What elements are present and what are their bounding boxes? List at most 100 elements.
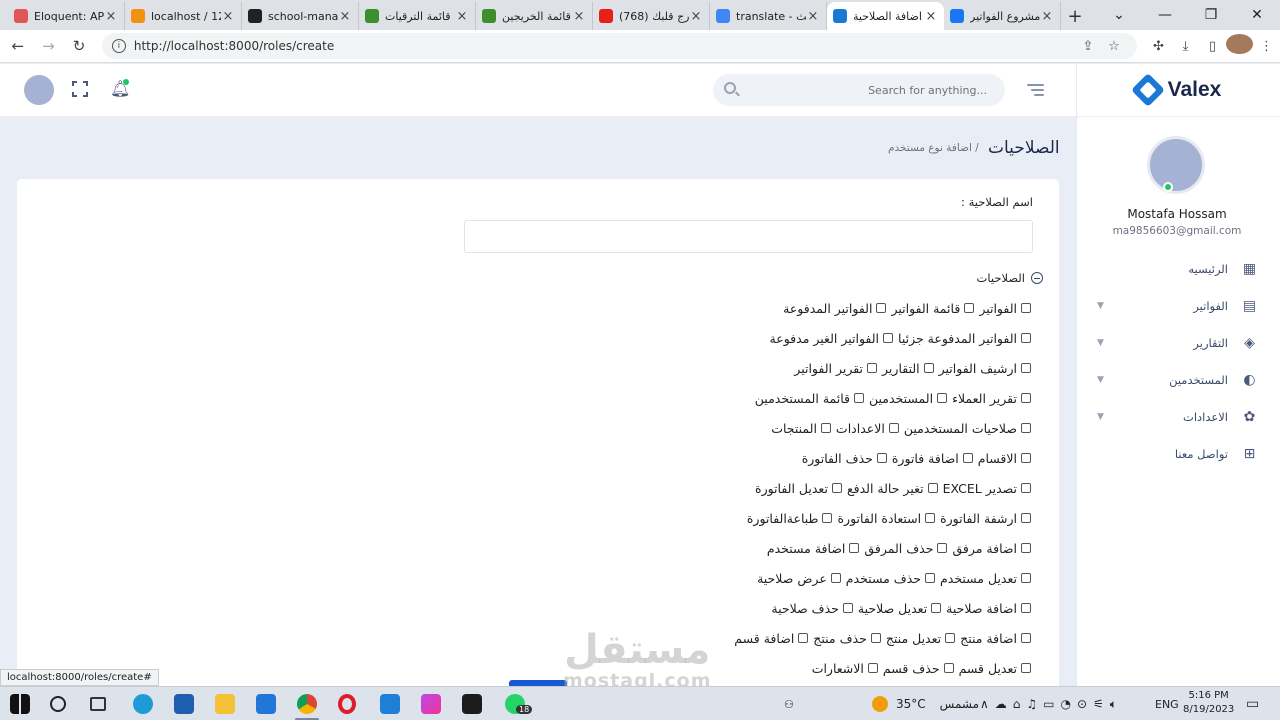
permission-checkbox[interactable]	[1021, 393, 1031, 403]
permission-checkbox[interactable]	[937, 393, 948, 403]
permission-checkbox[interactable]	[1021, 513, 1031, 523]
permission-checkbox[interactable]	[931, 603, 942, 613]
breadcrumb[interactable]: / اضافة نوع مستخدم	[888, 142, 979, 154]
permission-checkbox[interactable]	[1021, 573, 1031, 583]
mail-icon[interactable]	[256, 694, 276, 714]
permission-item[interactable]: تصدير EXCEL	[943, 481, 1031, 496]
permission-item[interactable]: ارشفة الفاتورة	[940, 511, 1031, 526]
side-panel-icon[interactable]: ▯	[1199, 39, 1226, 54]
permission-checkbox[interactable]	[925, 573, 936, 583]
permission-checkbox[interactable]	[923, 363, 934, 373]
permission-checkbox[interactable]	[964, 303, 975, 313]
tab-close-icon[interactable]: ×	[572, 9, 586, 24]
forward-icon[interactable]: →	[36, 33, 62, 59]
browser-tab[interactable]: اضافة الصلاحية ×	[827, 2, 944, 30]
menu-toggle-icon[interactable]	[1027, 84, 1044, 99]
permission-checkbox[interactable]	[854, 393, 865, 403]
permission-checkbox[interactable]	[876, 303, 887, 313]
permission-checkbox[interactable]	[937, 543, 948, 553]
brand-logo[interactable]: Valex	[1077, 64, 1280, 117]
permission-checkbox[interactable]	[798, 633, 809, 643]
tab-close-icon[interactable]: ×	[924, 9, 938, 24]
permission-item[interactable]: حذف منتج	[813, 631, 881, 646]
permission-checkbox[interactable]	[962, 453, 973, 463]
permission-checkbox[interactable]	[883, 333, 894, 343]
permission-item[interactable]: تقرير الفواتير	[794, 361, 878, 376]
permission-checkbox[interactable]	[820, 423, 831, 433]
close-window-icon[interactable]: ✕	[1234, 0, 1280, 30]
site-info-icon[interactable]: i	[111, 39, 126, 53]
permission-checkbox[interactable]	[943, 663, 954, 673]
tab-close-icon[interactable]: ×	[1040, 9, 1054, 24]
fullscreen-icon[interactable]	[72, 81, 88, 97]
permission-item[interactable]: التقارير	[882, 361, 934, 376]
chrome-icon[interactable]	[297, 694, 317, 714]
window-chevron-icon[interactable]: ⌄	[1096, 0, 1142, 30]
permission-item[interactable]: حذف قسم	[883, 661, 954, 676]
permission-checkbox[interactable]	[1021, 303, 1031, 313]
permission-item[interactable]: استعادة الفاتورة	[837, 511, 936, 526]
extensions-icon[interactable]: ✣	[1145, 39, 1172, 54]
permission-checkbox[interactable]	[1021, 543, 1031, 553]
permission-item[interactable]: تعديل قسم	[959, 661, 1031, 676]
permission-checkbox[interactable]	[1021, 603, 1031, 613]
permission-item[interactable]: تعديل منتج	[886, 631, 956, 646]
browser-menu-icon[interactable]: ⋮	[1253, 39, 1280, 54]
sidebar-item[interactable]: ▼ المستخدمين ◐	[1077, 361, 1277, 398]
tab-close-icon[interactable]: ×	[689, 9, 703, 24]
permission-item[interactable]: اضافة صلاحية	[946, 601, 1031, 616]
people-icon[interactable]: ⚇	[784, 687, 794, 720]
permission-item[interactable]: صلاحيات المستخدمين	[904, 421, 1031, 436]
sidebar-item[interactable]: تواصل معنا ⊞	[1077, 435, 1277, 472]
store-icon[interactable]	[174, 694, 194, 714]
permission-checkbox[interactable]	[1021, 633, 1031, 643]
permission-checkbox[interactable]	[927, 483, 938, 493]
reload-icon[interactable]: ↻	[66, 33, 92, 59]
opera-icon[interactable]	[338, 694, 356, 714]
permission-item[interactable]: الفواتير	[979, 301, 1031, 316]
terminal-icon[interactable]	[462, 694, 482, 714]
permission-item[interactable]: اضافة فاتورة	[892, 451, 973, 466]
permission-checkbox[interactable]	[1021, 483, 1031, 493]
browser-tab[interactable]: (768) ارج قلبك ×	[593, 2, 710, 30]
omnibox[interactable]: i http://localhost:8000/roles/create ⇪ ☆	[101, 33, 1137, 59]
permission-checkbox[interactable]	[1021, 363, 1031, 373]
profile-avatar[interactable]	[1226, 34, 1253, 58]
permission-checkbox[interactable]	[1021, 423, 1031, 433]
permission-checkbox[interactable]	[1021, 663, 1031, 673]
permission-item[interactable]: حذف المرفق	[864, 541, 948, 556]
permission-checkbox[interactable]	[945, 633, 956, 643]
tab-close-icon[interactable]: ×	[104, 9, 118, 24]
task-view-icon[interactable]	[90, 697, 106, 711]
permission-checkbox[interactable]	[849, 543, 860, 553]
maximize-icon[interactable]: ❐	[1188, 0, 1234, 30]
vscode-icon[interactable]	[380, 694, 400, 714]
permission-item[interactable]: تقرير العملاء	[952, 391, 1031, 406]
browser-tab[interactable]: قائمة الترقيات ×	[359, 2, 476, 30]
permission-checkbox[interactable]	[870, 633, 881, 643]
file-explorer-icon[interactable]	[215, 694, 235, 714]
edge-icon[interactable]	[133, 694, 153, 714]
permission-item[interactable]: الاعدادات	[836, 421, 899, 436]
permission-item[interactable]: المستخدمين	[869, 391, 948, 406]
permission-item[interactable]: عرض صلاحية	[757, 571, 841, 586]
permission-item[interactable]: الفواتير المدفوعة	[783, 301, 887, 316]
sidebar-item[interactable]: الرئيسيه ▦	[1077, 250, 1277, 287]
permission-checkbox[interactable]	[830, 573, 841, 583]
permission-checkbox[interactable]	[888, 423, 899, 433]
permission-item[interactable]: ارشيف الفواتير	[939, 361, 1031, 376]
browser-tab[interactable]: Eloquent: API ×	[8, 2, 125, 30]
tab-close-icon[interactable]: ×	[221, 9, 235, 24]
sidebar-item[interactable]: ▼ التقارير ◈	[1077, 324, 1277, 361]
permission-item[interactable]: قائمة المستخدمين	[755, 391, 865, 406]
permission-item[interactable]: تعديل الفاتورة	[755, 481, 842, 496]
url-text[interactable]: http://localhost:8000/roles/create	[134, 39, 1075, 53]
permission-checkbox[interactable]	[1021, 453, 1031, 463]
permission-checkbox[interactable]	[831, 483, 842, 493]
browser-tab[interactable]: school-manag ×	[242, 2, 359, 30]
permission-checkbox[interactable]	[867, 363, 878, 373]
new-tab-button[interactable]: +	[1061, 2, 1089, 30]
download-icon[interactable]: ⤓	[1172, 39, 1199, 54]
permission-item[interactable]: اضافة منتج	[960, 631, 1031, 646]
browser-tab[interactable]: localhost / 12 ×	[125, 2, 242, 30]
